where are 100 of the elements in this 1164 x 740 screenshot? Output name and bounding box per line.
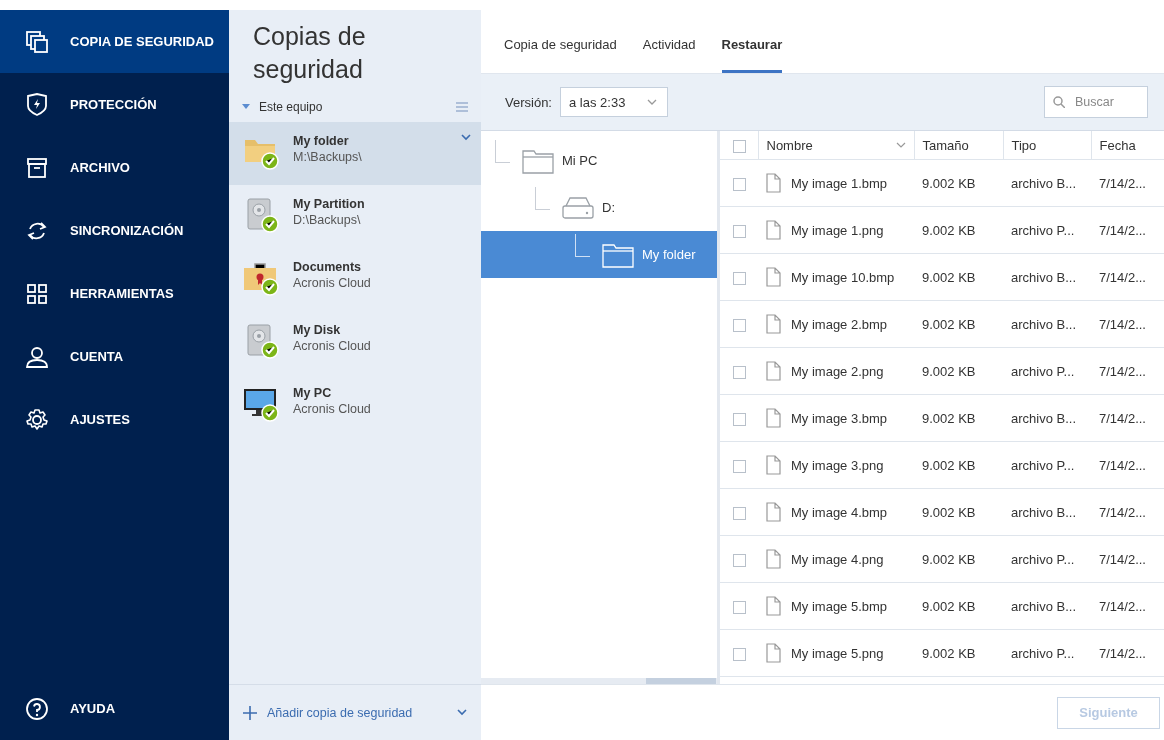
date-cell: 7/14/2...	[1091, 347, 1164, 395]
file-icon	[766, 549, 781, 569]
monitor-icon	[243, 386, 279, 422]
backup-item[interactable]: My Partition D:\Backups\	[229, 185, 481, 248]
list-menu-icon	[455, 101, 469, 113]
briefcase-icon	[243, 260, 279, 296]
user-icon	[25, 344, 49, 369]
backup-name: My Disk	[293, 323, 342, 337]
row-checkbox[interactable]	[733, 506, 746, 520]
file-icon	[766, 643, 781, 663]
backup-name: My folder	[293, 134, 350, 148]
backup-name: My PC	[293, 386, 333, 400]
size-cell: 9.002 KB	[914, 629, 1003, 677]
backup-item[interactable]: My folder M:\Backups\	[229, 122, 481, 185]
grid-icon	[25, 281, 49, 306]
type-cell: archivo P...	[1003, 347, 1091, 395]
backup-item[interactable]: My Disk Acronis Cloud	[229, 311, 481, 374]
file-name: My image 5.png	[791, 645, 884, 661]
size-cell: 9.002 KB	[914, 441, 1003, 489]
nav-item[interactable]: HERRAMIENTAS	[0, 262, 229, 325]
date-cell: 7/14/2...	[1091, 535, 1164, 583]
backup-location: M:\Backups\	[293, 150, 363, 164]
group-label[interactable]: Este equipo	[259, 100, 447, 114]
nav-item[interactable]: ARCHIVO	[0, 136, 229, 199]
size-cell: 9.002 KB	[914, 535, 1003, 583]
column-header[interactable]: Tamaño	[914, 131, 1003, 160]
file-icon	[766, 408, 781, 428]
tab[interactable]: Copia de seguridad	[504, 10, 617, 73]
row-checkbox[interactable]	[733, 553, 746, 567]
settings-icon	[25, 407, 49, 432]
type-cell: archivo P...	[1003, 441, 1091, 489]
nav-item[interactable]: SINCRONIZACIÓN	[0, 199, 229, 262]
column-header[interactable]: Tipo	[1003, 131, 1091, 160]
column-header[interactable]: Fecha	[1091, 131, 1164, 160]
tree-node[interactable]: D:	[481, 184, 717, 231]
nav-item[interactable]: COPIA DE SEGURIDAD	[0, 10, 229, 73]
file-name: My image 1.png	[791, 222, 884, 238]
panel-title: Copias de seguridad	[252, 21, 367, 85]
date-cell: 7/14/2...	[1091, 159, 1164, 207]
plus-icon	[243, 705, 257, 720]
scrollbar[interactable]	[481, 678, 717, 684]
shield-icon	[25, 92, 49, 117]
copies-icon	[25, 29, 49, 54]
file-icon	[766, 361, 781, 381]
file-icon	[766, 173, 781, 193]
file-name: My image 2.png	[791, 363, 884, 379]
tree-node[interactable]: My folder	[481, 231, 717, 278]
nav-item[interactable]: AJUSTES	[0, 388, 229, 451]
file-icon	[766, 502, 781, 522]
row-checkbox[interactable]	[733, 224, 746, 238]
date-cell: 7/14/2...	[1091, 394, 1164, 442]
backup-item[interactable]: Documents Acronis Cloud	[229, 248, 481, 311]
row-checkbox[interactable]	[733, 459, 746, 473]
help-item[interactable]: AYUDA	[0, 677, 229, 740]
row-checkbox[interactable]	[733, 365, 746, 379]
search-field[interactable]: Buscar	[1044, 86, 1148, 118]
size-cell: 9.002 KB	[914, 253, 1003, 301]
add-backup-button[interactable]: Añadir copia de seguridad	[267, 705, 447, 720]
date-cell: 7/14/2...	[1091, 253, 1164, 301]
file-name: My image 4.bmp	[791, 504, 888, 520]
date-cell: 7/14/2...	[1091, 300, 1164, 348]
drive-icon	[562, 195, 594, 220]
row-checkbox[interactable]	[733, 600, 746, 614]
folder-icon	[522, 147, 554, 174]
backup-location: Acronis Cloud	[293, 339, 372, 353]
sort-caret-icon	[895, 141, 906, 149]
file-icon	[766, 455, 781, 475]
date-cell: 7/14/2...	[1091, 488, 1164, 536]
file-name: My image 4.png	[791, 551, 884, 567]
row-checkbox[interactable]	[733, 318, 746, 332]
backup-location: Acronis Cloud	[293, 276, 372, 290]
select-all-checkbox[interactable]	[733, 139, 746, 153]
row-checkbox[interactable]	[733, 412, 746, 426]
size-cell: 9.002 KB	[914, 159, 1003, 207]
chevron-down-icon	[457, 709, 467, 716]
file-icon	[766, 267, 781, 287]
file-name: My image 1.bmp	[791, 175, 888, 191]
row-checkbox[interactable]	[733, 271, 746, 285]
row-checkbox[interactable]	[733, 647, 746, 661]
column-header[interactable]: Nombre	[758, 131, 914, 160]
type-cell: archivo B...	[1003, 582, 1091, 630]
type-cell: archivo B...	[1003, 394, 1091, 442]
size-cell: 9.002 KB	[914, 347, 1003, 395]
version-dropdown[interactable]: a las 2:33	[560, 87, 669, 117]
size-cell: 9.002 KB	[914, 394, 1003, 442]
tab[interactable]: Actividad	[642, 10, 696, 73]
chevron-down-icon	[461, 134, 471, 141]
size-cell: 9.002 KB	[914, 206, 1003, 254]
size-cell: 9.002 KB	[914, 488, 1003, 536]
type-cell: archivo B...	[1003, 253, 1091, 301]
tree-node[interactable]: Mi PC	[481, 137, 717, 184]
file-icon	[766, 220, 781, 240]
type-cell: archivo B...	[1003, 159, 1091, 207]
backup-name: Documents	[293, 260, 363, 274]
file-icon	[766, 314, 781, 334]
nav-item[interactable]: CUENTA	[0, 325, 229, 388]
nav-item[interactable]: PROTECCIÓN	[0, 73, 229, 136]
backup-item[interactable]: My PC Acronis Cloud	[229, 374, 481, 437]
date-cell: 7/14/2...	[1091, 629, 1164, 677]
row-checkbox[interactable]	[733, 177, 746, 191]
